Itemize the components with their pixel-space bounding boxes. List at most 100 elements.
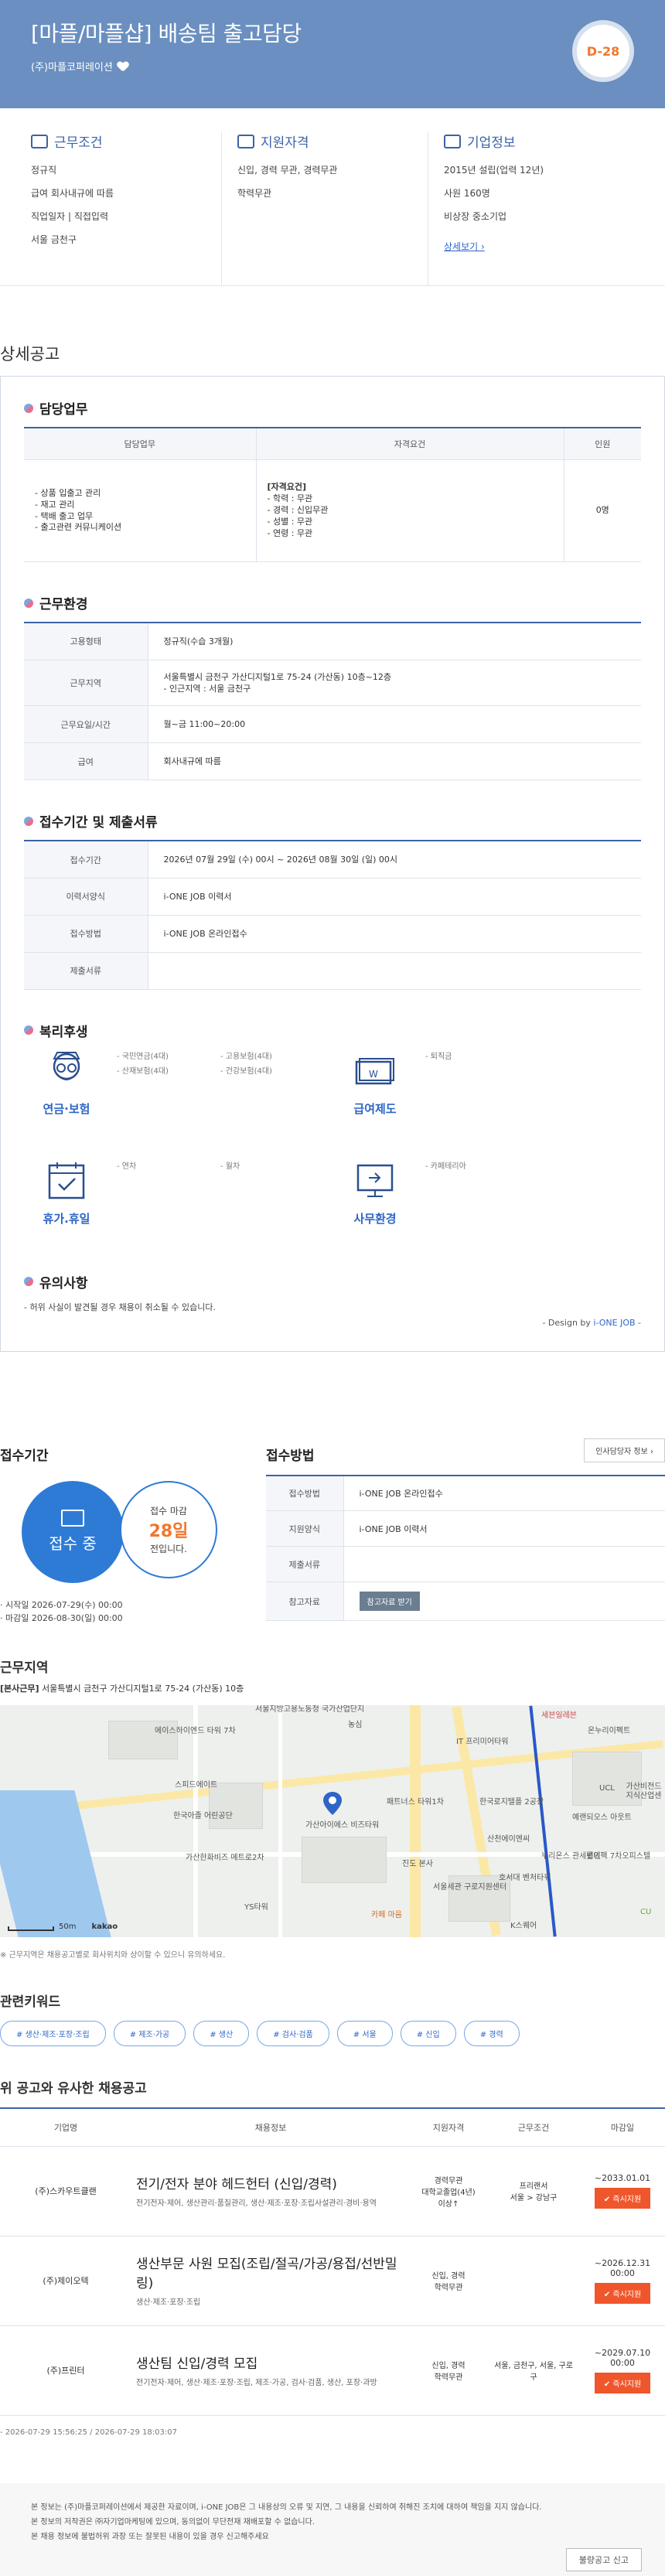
- welfare-entry: - 카페테리아: [425, 1162, 466, 1171]
- similar-cond: [487, 2236, 580, 2326]
- job-summary: 근무조건 정규직 급여 회사내규에 따름 직업일자 | 직접입력 서울 금천구 …: [0, 108, 665, 286]
- method-th: 지원양식: [266, 1510, 344, 1547]
- clipboard-icon: [237, 134, 254, 148]
- summary-work-title: 근무조건: [54, 135, 103, 151]
- env-th: 급여: [24, 742, 148, 781]
- env-th: 고용형태: [24, 623, 148, 660]
- map-label: UCL: [599, 1783, 615, 1793]
- map-label: 한국아졸 어린공단: [173, 1811, 233, 1820]
- similar-job-title[interactable]: 생산부문 사원 모집(조립/절곡/가공/용접/선반밀링): [136, 2253, 405, 2291]
- map-label: 카페 마음: [371, 1910, 402, 1919]
- summary-corp-line: 비상장 중소기업: [444, 211, 507, 222]
- company-line: (주)마플코퍼레이션: [31, 59, 634, 73]
- apply-now-button[interactable]: ✔ 즉시지원: [594, 2372, 651, 2393]
- similar-qual: 신입, 경력 학력무관: [410, 2236, 487, 2326]
- map-label: 스피드에이트: [175, 1780, 218, 1790]
- receipt-row: 접수기간 접수 중 접수 마감 28일 전입니다. · 시작일 2026-07-…: [0, 1438, 665, 1626]
- similar-job: 생산팀 신입/경력 모집전기전자·제어, 생산·제조·포장·조립, 제조·가공,…: [131, 2325, 410, 2416]
- map-rail: [529, 1705, 557, 1937]
- keyword-chip[interactable]: # 제조·가공: [113, 2020, 186, 2046]
- similar-job-sub: 생산·제조·포장·조립: [136, 2298, 201, 2308]
- map-label: 세븐일레븐: [541, 1711, 577, 1720]
- env-th: 근무요일/시간: [24, 705, 148, 744]
- similar-deadline: ~2033.01.01: [594, 2173, 651, 2184]
- map-pin-icon[interactable]: [323, 1791, 342, 1815]
- notice-text: - 허위 사실이 발견될 경우 채용이 취소될 수 있습니다.: [24, 1302, 216, 1312]
- welfare-entry: - 연차: [117, 1162, 137, 1171]
- company-name[interactable]: (주)마플코퍼레이션: [31, 59, 113, 73]
- duty-task: - 재고 관리: [35, 499, 75, 510]
- env-td: 회사내규에 따름: [148, 742, 641, 781]
- keyword-chip[interactable]: # 서울: [336, 2020, 393, 2046]
- building-icon: [444, 134, 461, 148]
- similar-table: 기업명 채용정보 지원자격 근무조건 마감일 (주)스카우트클랜 전기/전자 분…: [0, 2107, 665, 2416]
- apply-th: 이력서양식: [24, 878, 148, 916]
- detail-box: 담당업무 담당업무 자격요건 인원 - 상품 입출고 관리 - 재고 관리 - …: [0, 376, 665, 1352]
- scale-label: 50m: [59, 1922, 77, 1931]
- similar-header: 채용정보: [131, 2107, 410, 2147]
- job-header: [마플/마플샵] 배송팀 출고담당 (주)마플코퍼레이션 D-28: [0, 0, 665, 108]
- similar-company[interactable]: (주)스카우트클랜: [0, 2146, 131, 2237]
- design-by-prefix: - Design by: [542, 1317, 594, 1328]
- similar-company[interactable]: (주)프린터: [0, 2325, 131, 2416]
- env-td: 정규직(수습 3개월): [148, 623, 641, 660]
- map-label: YS타워: [244, 1902, 268, 1912]
- apply-now-button[interactable]: ✔ 즉시지원: [594, 2282, 651, 2304]
- similar-company[interactable]: (주)제이오텍: [0, 2236, 131, 2326]
- detail-section-title: 상세공고: [0, 345, 60, 363]
- map[interactable]: 서울지방고용노동청 국가산업단지 에이스하이엔드 타워 7차 농심 IT 프리미…: [0, 1704, 665, 1937]
- apply-th: 접수방법: [24, 915, 148, 953]
- welfare-entry: - 산재보험(4대): [117, 1066, 169, 1076]
- duty-header: 담당업무: [24, 428, 257, 460]
- table-row[interactable]: (주)스카우트클랜 전기/전자 분야 헤드헌터 (신입/경력) 전기전자·제어, …: [0, 2146, 665, 2237]
- receipt-status-circle: 접수 중: [22, 1480, 124, 1583]
- duty-table: 담당업무 자격요건 인원 - 상품 입출고 관리 - 재고 관리 - 택배 출고…: [24, 427, 641, 562]
- bullet-dot-icon: [24, 816, 33, 826]
- apply-now-button[interactable]: ✔ 즉시지원: [594, 2188, 651, 2209]
- welfare-label: 연금·보험: [43, 1101, 90, 1116]
- duty-header: 자격요건: [256, 428, 564, 460]
- map-label: IT 프리미어타워: [456, 1737, 509, 1746]
- post-dates: - 2026-07-29 15:56:25 / 2026-07-29 18:03…: [0, 2428, 177, 2437]
- region-addr: 서울특별시 금천구 가산디지털1로 75-24 (가산동) 10층: [39, 1683, 244, 1694]
- env-title: 근무환경: [39, 597, 88, 612]
- welfare-item: 휴가.휴일 - 연차 - 월차: [24, 1159, 332, 1244]
- corp-detail-link[interactable]: 상세보기 ›: [444, 241, 485, 252]
- summary-corp: 기업정보 2015년 설립(업력 12년) 사원 160명 비상장 중소기업 상…: [428, 131, 634, 285]
- welfare-item: 사무환경 - 카페테리아: [332, 1159, 641, 1244]
- keyword-chip[interactable]: # 생산: [193, 2020, 250, 2046]
- keyword-chip[interactable]: # 생산·제조·포장·조립: [0, 2020, 106, 2046]
- download-docs-button[interactable]: 참고자료 받기: [359, 1592, 420, 1612]
- similar-job-title[interactable]: 전기/전자 분야 헤드헌터 (신입/경력): [136, 2173, 405, 2192]
- similar-job: 생산부문 사원 모집(조립/절곡/가공/용접/선반밀링) 생산·제조·포장·조립: [131, 2236, 410, 2326]
- receipt-dates: · 시작일 2026-07-29(수) 00:00 · 마감일 2026-08-…: [0, 1598, 255, 1626]
- summary-qual-line: 학력무관: [237, 188, 272, 199]
- env-table: 고용형태 정규직(수습 3개월) 근무지역 서울특별시 금천구 가산디지털1로 75…: [24, 622, 641, 781]
- method-td: i-ONE JOB 이력서: [343, 1510, 665, 1547]
- hr-info-button[interactable]: 인사담당자 정보 ›: [584, 1438, 665, 1462]
- job-title: [마플/마플샵] 배송팀 출고담당: [31, 21, 302, 46]
- similar-deadline: ~2029.07.10 00:00: [594, 2347, 651, 2368]
- table-row[interactable]: (주)프린터 생산팀 신입/경력 모집전기전자·제어, 생산·제조·포장·조립,…: [0, 2325, 665, 2416]
- map-label: 온누리이펙트: [588, 1726, 631, 1735]
- keyword-chip[interactable]: # 경력: [463, 2020, 520, 2046]
- apply-td: i-ONE JOB 온라인접수: [148, 915, 641, 953]
- duty-title: 담당업무: [39, 402, 88, 418]
- heart-icon[interactable]: [118, 62, 128, 71]
- welfare-entry: - 건강보험(4대): [220, 1066, 272, 1076]
- map-label: 가산비전드 지식산업센: [626, 1782, 662, 1800]
- similar-job: 전기/전자 분야 헤드헌터 (신입/경력) 전기전자·제어, 생산관리·품질관리,…: [131, 2146, 410, 2237]
- duty-task: - 상품 입출고 관리: [35, 487, 101, 498]
- apply-th: 제출서류: [24, 952, 148, 990]
- apply-title: 접수기간 및 제출서류: [39, 815, 158, 831]
- similar-job-title[interactable]: 생산팀 신입/경력 모집: [136, 2353, 405, 2372]
- dday-badge: D-28: [572, 20, 634, 82]
- keyword-chip[interactable]: # 검사·검품: [257, 2020, 329, 2046]
- duty-req: - 경력 : 신입무관: [267, 505, 329, 516]
- table-row[interactable]: (주)제이오텍 생산부문 사원 모집(조립/절곡/가공/용접/선반밀링) 생산·제…: [0, 2236, 665, 2326]
- report-button[interactable]: 불량공고 신고: [565, 2547, 642, 2571]
- keyword-chip[interactable]: # 신입: [400, 2020, 456, 2046]
- footer-notice: 본 정보는 (주)마플코퍼레이션에서 제공한 자료이며, i-ONE JOB은 …: [0, 2482, 665, 2576]
- similar-job-sub: 전기전자·제어, 생산·제조·포장·조립, 제조·가공, 검사·검품, 생산, …: [136, 2378, 377, 2387]
- map-label: 산천에이엔씨: [487, 1834, 530, 1844]
